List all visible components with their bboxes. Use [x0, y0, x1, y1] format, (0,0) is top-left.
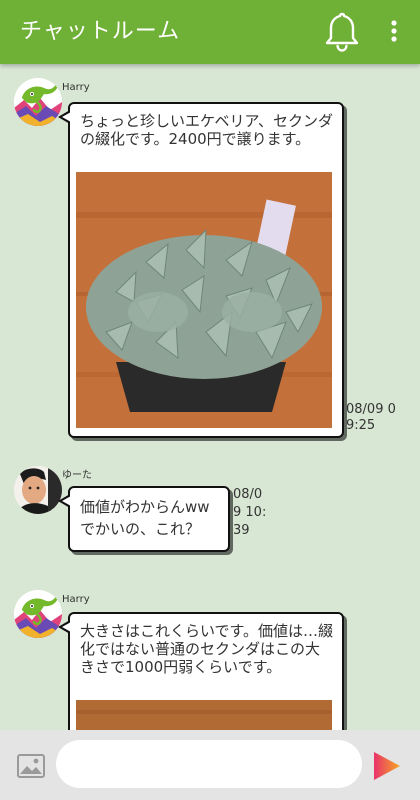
send-icon[interactable] [372, 750, 402, 782]
message-bubble[interactable]: ちょっと珍しいエケベリア、セクンダの綴化です。2400円で譲ります。 [58, 102, 344, 438]
sender-name: Harry [62, 594, 90, 605]
message-input[interactable] [56, 740, 362, 788]
message-bubble[interactable]: 価値がわからんwwでかいの、これ？ [58, 486, 230, 552]
sender-name: Harry [62, 82, 90, 93]
bell-icon[interactable] [322, 10, 362, 54]
avatar-yuta[interactable] [14, 466, 62, 514]
bubble-tail-inner [62, 496, 71, 506]
message-photo[interactable] [76, 172, 332, 428]
more-vertical-icon[interactable] [384, 18, 404, 46]
message-input-bar [0, 730, 420, 800]
message-photo[interactable] [76, 700, 332, 730]
message-timestamp: 08/09 10:39 [233, 487, 267, 538]
chat-room-screen: チャットルーム Harry ちょっと珍しいエケベリア、セクンダの綴化です。240… [0, 0, 420, 800]
message-text: 価値がわからんwwでかいの、これ？ [80, 498, 210, 538]
avatar-harry[interactable] [14, 78, 62, 126]
message-text: ちょっと珍しいエケベリア、セクンダの綴化です。2400円で譲ります。 [80, 112, 334, 148]
bubble-tail-inner [62, 112, 71, 122]
message-timestamp: 08/09 09:25 [346, 402, 396, 433]
app-header: チャットルーム [0, 0, 420, 64]
message-bubble[interactable]: 大きさはこれくらいです。価値は…綴化ではない普通のセクンダはこの大きさで1000… [58, 612, 344, 730]
message-list[interactable]: Harry ちょっと珍しいエケベリア、セクンダの綴化です。2400円で譲ります。 [0, 64, 420, 730]
image-icon[interactable] [16, 752, 46, 780]
bubble-tail-inner [62, 622, 71, 632]
avatar-harry[interactable] [14, 590, 62, 638]
sender-name: ゆーた [62, 470, 92, 481]
page-title: チャットルーム [20, 19, 181, 44]
message-text: 大きさはこれくらいです。価値は…綴化ではない普通のセクンダはこの大きさで1000… [80, 622, 334, 676]
